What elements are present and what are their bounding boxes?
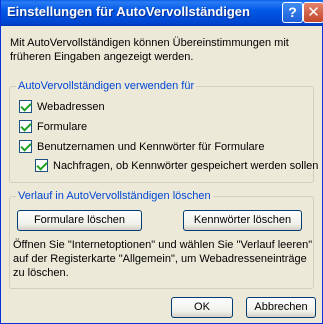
checkbox-webadressen[interactable] [19,100,32,113]
autocomplete-settings-dialog: Einstellungen für AutoVervollständigen ?… [0,0,323,324]
checkbox-benutzernamen[interactable] [19,140,32,153]
option-benutzernamen[interactable]: Benutzernamen und Kennwörter für Formula… [19,140,264,153]
option-formulare[interactable]: Formulare [19,120,87,133]
option-label: Benutzernamen und Kennwörter für Formula… [37,140,265,153]
ok-button[interactable]: OK [171,297,233,318]
help-button[interactable]: ? [282,2,303,23]
clear-passwords-button[interactable]: Kennwörter löschen [183,210,302,231]
use-group-legend: AutoVervollständigen verwenden für [16,80,197,92]
option-webadressen[interactable]: Webadressen [19,100,105,113]
clear-forms-button[interactable]: Formulare löschen [17,210,142,231]
intro-text: Mit AutoVervollständigen können Übereins… [10,37,289,63]
history-group-legend: Verlauf in AutoVervollständigen löschen [16,190,213,202]
window-title: Einstellungen für AutoVervollständigen [7,4,250,19]
option-label: Formulare [37,120,88,133]
title-bar[interactable]: Einstellungen für AutoVervollständigen ?… [1,0,323,26]
option-label: Nachfragen, ob Kennwörter gespeichert we… [53,159,319,172]
close-button[interactable]: ✕ [303,2,323,23]
checkbox-formulare[interactable] [19,120,32,133]
option-nachfragen[interactable]: Nachfragen, ob Kennwörter gespeichert we… [35,159,318,172]
checkbox-nachfragen[interactable] [35,159,48,172]
history-hint-text: Öffnen Sie "Internetoptionen" und wählen… [13,239,313,279]
cancel-button[interactable]: Abbrechen [246,297,316,318]
option-label: Webadressen [37,100,105,113]
